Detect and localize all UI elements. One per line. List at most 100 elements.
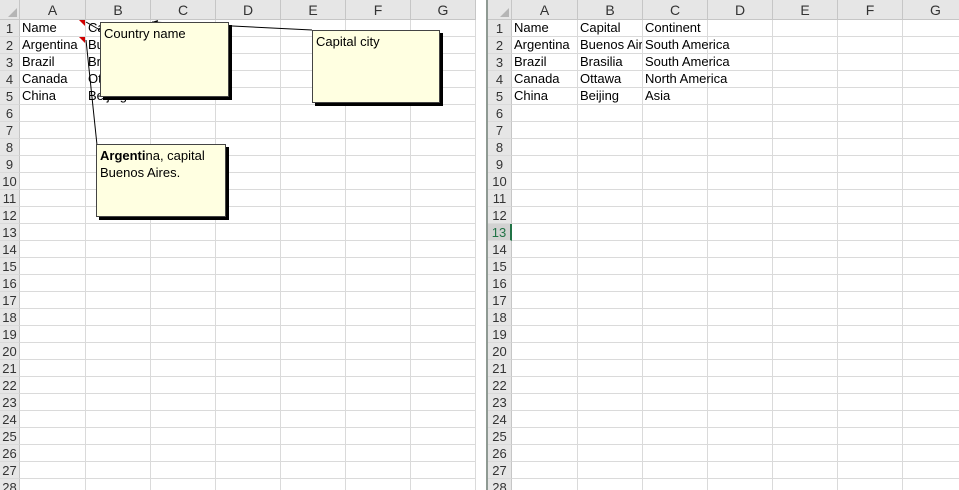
- cell-g21[interactable]: [411, 360, 476, 377]
- cell-e23[interactable]: [773, 394, 838, 411]
- row-header-22[interactable]: 22: [488, 377, 512, 394]
- cell-f26[interactable]: [346, 445, 411, 462]
- cell-d5[interactable]: [708, 88, 773, 105]
- row-header-18[interactable]: 18: [0, 309, 20, 326]
- cell-a23[interactable]: [512, 394, 578, 411]
- cell-d28[interactable]: [708, 479, 773, 490]
- cell-a14[interactable]: [512, 241, 578, 258]
- cell-f25[interactable]: [838, 428, 903, 445]
- row-header-12[interactable]: 12: [488, 207, 512, 224]
- cell-f1[interactable]: [838, 20, 903, 37]
- cell-f17[interactable]: [346, 292, 411, 309]
- cell-f9[interactable]: [346, 156, 411, 173]
- cell-f24[interactable]: [346, 411, 411, 428]
- cell-g8[interactable]: [903, 139, 959, 156]
- cell-f27[interactable]: [346, 462, 411, 479]
- cell-b25[interactable]: [86, 428, 151, 445]
- cell-d18[interactable]: [216, 309, 281, 326]
- cell-f11[interactable]: [838, 190, 903, 207]
- cell-c4[interactable]: North America: [643, 71, 727, 88]
- row-header-5[interactable]: 5: [0, 88, 20, 105]
- cell-d19[interactable]: [708, 326, 773, 343]
- cell-a11[interactable]: [512, 190, 578, 207]
- cell-e4[interactable]: [773, 71, 838, 88]
- cell-g10[interactable]: [411, 173, 476, 190]
- cell-c15[interactable]: [643, 258, 708, 275]
- cell-g3[interactable]: [903, 54, 959, 71]
- cell-g11[interactable]: [903, 190, 959, 207]
- comment-note-argentina[interactable]: Argentina, capital Buenos Aires.: [96, 144, 226, 217]
- column-header-f[interactable]: F: [838, 0, 903, 20]
- row-header-20[interactable]: 20: [488, 343, 512, 360]
- row-header-12[interactable]: 12: [0, 207, 20, 224]
- cell-c5[interactable]: Asia: [643, 88, 708, 105]
- cell-c25[interactable]: [151, 428, 216, 445]
- cell-d19[interactable]: [216, 326, 281, 343]
- cell-d14[interactable]: [216, 241, 281, 258]
- cell-f8[interactable]: [346, 139, 411, 156]
- row-header-8[interactable]: 8: [0, 139, 20, 156]
- cell-c7[interactable]: [643, 122, 708, 139]
- column-header-b[interactable]: B: [578, 0, 643, 20]
- row-header-5[interactable]: 5: [488, 88, 512, 105]
- row-header-23[interactable]: 23: [0, 394, 20, 411]
- cell-g17[interactable]: [411, 292, 476, 309]
- cell-a4[interactable]: Canada: [512, 71, 578, 88]
- cell-a1[interactable]: Name: [20, 20, 86, 37]
- cell-c16[interactable]: [151, 275, 216, 292]
- cell-b24[interactable]: [578, 411, 643, 428]
- cell-e18[interactable]: [773, 309, 838, 326]
- cell-b18[interactable]: [86, 309, 151, 326]
- column-header-c[interactable]: C: [151, 0, 216, 20]
- cell-a20[interactable]: [512, 343, 578, 360]
- cell-e9[interactable]: [773, 156, 838, 173]
- cell-g13[interactable]: [903, 224, 959, 241]
- cell-c6[interactable]: [151, 105, 216, 122]
- cell-g18[interactable]: [411, 309, 476, 326]
- cell-e13[interactable]: [281, 224, 346, 241]
- cell-e17[interactable]: [773, 292, 838, 309]
- cell-f21[interactable]: [838, 360, 903, 377]
- cell-b7[interactable]: [86, 122, 151, 139]
- column-header-b[interactable]: B: [86, 0, 151, 20]
- cell-g9[interactable]: [903, 156, 959, 173]
- cell-a21[interactable]: [20, 360, 86, 377]
- cell-g20[interactable]: [903, 343, 959, 360]
- cell-g18[interactable]: [903, 309, 959, 326]
- cell-g28[interactable]: [903, 479, 959, 490]
- cell-g12[interactable]: [903, 207, 959, 224]
- row-header-19[interactable]: 19: [0, 326, 20, 343]
- cell-c14[interactable]: [643, 241, 708, 258]
- cell-f23[interactable]: [346, 394, 411, 411]
- cell-c24[interactable]: [643, 411, 708, 428]
- cell-e22[interactable]: [773, 377, 838, 394]
- row-header-17[interactable]: 17: [488, 292, 512, 309]
- column-header-g[interactable]: G: [411, 0, 476, 20]
- cell-e27[interactable]: [281, 462, 346, 479]
- cell-a12[interactable]: [512, 207, 578, 224]
- row-header-16[interactable]: 16: [0, 275, 20, 292]
- cell-g11[interactable]: [411, 190, 476, 207]
- cell-g12[interactable]: [411, 207, 476, 224]
- cell-c25[interactable]: [643, 428, 708, 445]
- cell-f12[interactable]: [838, 207, 903, 224]
- cell-d14[interactable]: [708, 241, 773, 258]
- row-header-21[interactable]: 21: [0, 360, 20, 377]
- cell-b16[interactable]: [578, 275, 643, 292]
- cell-e25[interactable]: [773, 428, 838, 445]
- column-header-a[interactable]: A: [512, 0, 578, 20]
- cell-d27[interactable]: [216, 462, 281, 479]
- cell-d17[interactable]: [216, 292, 281, 309]
- cell-g19[interactable]: [903, 326, 959, 343]
- cell-a9[interactable]: [512, 156, 578, 173]
- cell-d16[interactable]: [708, 275, 773, 292]
- cell-f6[interactable]: [346, 105, 411, 122]
- cell-f12[interactable]: [346, 207, 411, 224]
- cell-e14[interactable]: [773, 241, 838, 258]
- cell-f18[interactable]: [346, 309, 411, 326]
- cell-d3[interactable]: [708, 54, 773, 71]
- row-header-25[interactable]: 25: [0, 428, 20, 445]
- cell-c26[interactable]: [643, 445, 708, 462]
- cell-f24[interactable]: [838, 411, 903, 428]
- cell-f9[interactable]: [838, 156, 903, 173]
